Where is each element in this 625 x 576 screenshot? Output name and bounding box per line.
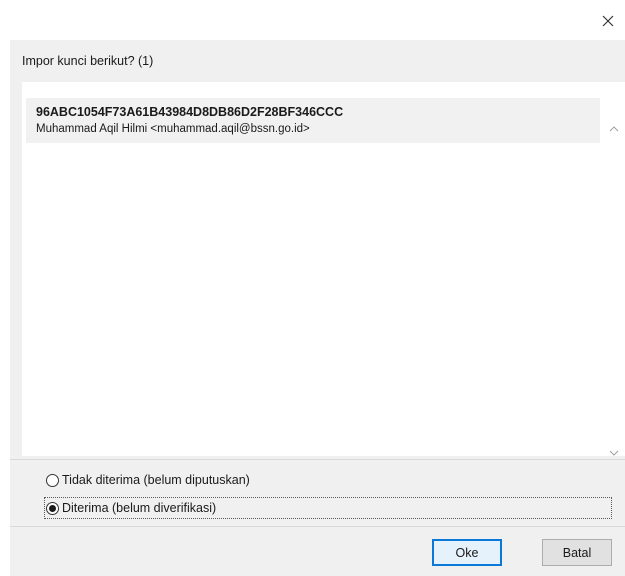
cancel-button[interactable]: Batal bbox=[542, 539, 612, 566]
key-list[interactable]: 96ABC1054F73A61B43984D8DB86D2F28BF346CCC… bbox=[22, 82, 625, 456]
chevron-up-icon bbox=[609, 126, 619, 132]
divider bbox=[10, 526, 625, 527]
radio-not-accepted[interactable]: Tidak diterima (belum diputuskan) bbox=[46, 470, 250, 490]
radio-circle-checked[interactable] bbox=[46, 501, 59, 515]
divider bbox=[10, 459, 625, 460]
title-bar bbox=[0, 0, 625, 40]
import-keys-dialog: Impor kunci berikut? (1) 96ABC1054F73A61… bbox=[10, 40, 625, 576]
scroll-up-button[interactable] bbox=[607, 122, 621, 136]
scroll-down-button[interactable] bbox=[607, 446, 621, 460]
dialog-heading: Impor kunci berikut? (1) bbox=[22, 54, 154, 68]
radio-accepted[interactable]: Diterima (belum diverifikasi) bbox=[44, 497, 612, 519]
key-fingerprint: 96ABC1054F73A61B43984D8DB86D2F28BF346CCC bbox=[36, 105, 344, 119]
ok-button[interactable]: Oke bbox=[432, 539, 502, 566]
radio-label: Tidak diterima (belum diputuskan) bbox=[62, 473, 250, 487]
radio-label: Diterima (belum diverifikasi) bbox=[62, 501, 217, 515]
close-button[interactable] bbox=[597, 10, 619, 32]
key-user-id: Muhammad Aqil Hilmi <muhammad.aqil@bssn.… bbox=[36, 123, 310, 135]
radio-circle[interactable] bbox=[46, 473, 59, 487]
chevron-down-icon bbox=[609, 450, 619, 456]
close-icon bbox=[602, 15, 614, 27]
key-list-item[interactable]: 96ABC1054F73A61B43984D8DB86D2F28BF346CCC… bbox=[26, 98, 600, 143]
